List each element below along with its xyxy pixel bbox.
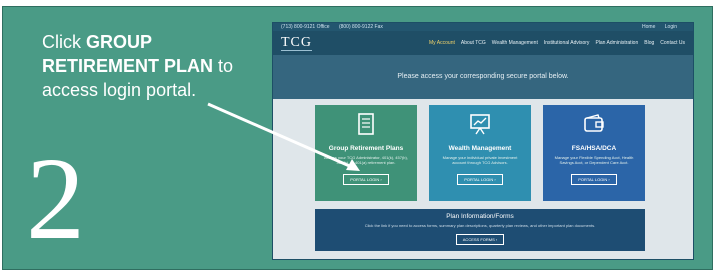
instruction-prefix: Click	[42, 32, 86, 52]
card-group-retirement[interactable]: Group Retirement Plans Access your TCG A…	[315, 105, 417, 201]
site-hero: Please access your corresponding secure …	[273, 55, 693, 99]
card-plan-information[interactable]: Plan Information/Forms Click the link if…	[315, 209, 645, 251]
website-screenshot: (713) 800-9121 Office (800) 800-9122 Fax…	[272, 22, 694, 260]
nav-institutional[interactable]: Institutional Advisory	[544, 40, 590, 46]
portal-login-button[interactable]: PORTAL LOGIN ›	[571, 174, 617, 185]
site-nav: My Account About TCG Wealth Management I…	[429, 40, 685, 46]
plan-info-title: Plan Information/Forms	[446, 213, 514, 220]
card-title: Group Retirement Plans	[328, 145, 404, 152]
nav-my-account[interactable]: My Account	[429, 40, 455, 46]
portal-login-button[interactable]: PORTAL LOGIN ›	[343, 174, 389, 185]
nav-plan-admin[interactable]: Plan Administration	[595, 40, 638, 46]
phone-office: (713) 800-9121 Office	[281, 24, 330, 30]
card-desc: Access your TCG Administrator, 401(k), 4…	[324, 155, 408, 165]
site-navbar: TCG My Account About TCG Wealth Manageme…	[273, 31, 693, 55]
access-forms-button[interactable]: ACCESS FORMS ›	[455, 234, 505, 245]
nav-contact[interactable]: Contact Us	[660, 40, 685, 46]
document-icon	[315, 113, 417, 143]
nav-wealth[interactable]: Wealth Management	[492, 40, 538, 46]
card-desc: Manage your Flexible Spending Acct, Heal…	[554, 155, 634, 165]
card-desc: Manage your individual private investmen…	[442, 155, 518, 165]
login-link[interactable]: Login	[665, 24, 677, 30]
plan-info-desc: Click the link if you need to access for…	[364, 223, 596, 228]
card-fsa-hsa-dca[interactable]: FSA/HSA/DCA Manage your Flexible Spendin…	[543, 105, 645, 201]
phone-fax: (800) 800-9122 Fax	[338, 24, 383, 30]
wallet-icon	[543, 113, 645, 143]
home-link[interactable]: Home	[642, 24, 655, 30]
nav-about[interactable]: About TCG	[461, 40, 486, 46]
card-title: Wealth Management	[448, 145, 512, 152]
nav-blog[interactable]: Blog	[644, 40, 654, 46]
site-logo[interactable]: TCG	[281, 35, 312, 51]
card-title: FSA/HSA/DCA	[571, 145, 617, 152]
portal-login-button[interactable]: PORTAL LOGIN ›	[457, 174, 503, 185]
site-topbar: (713) 800-9121 Office (800) 800-9122 Fax…	[273, 23, 693, 31]
card-wealth-management[interactable]: Wealth Management Manage your individual…	[429, 105, 531, 201]
portal-cards-area: Group Retirement Plans Access your TCG A…	[273, 99, 693, 259]
chart-board-icon	[429, 113, 531, 143]
step-number: 2	[26, 133, 85, 264]
instruction-text: Click GROUP RETIREMENT PLAN to access lo…	[42, 30, 272, 102]
